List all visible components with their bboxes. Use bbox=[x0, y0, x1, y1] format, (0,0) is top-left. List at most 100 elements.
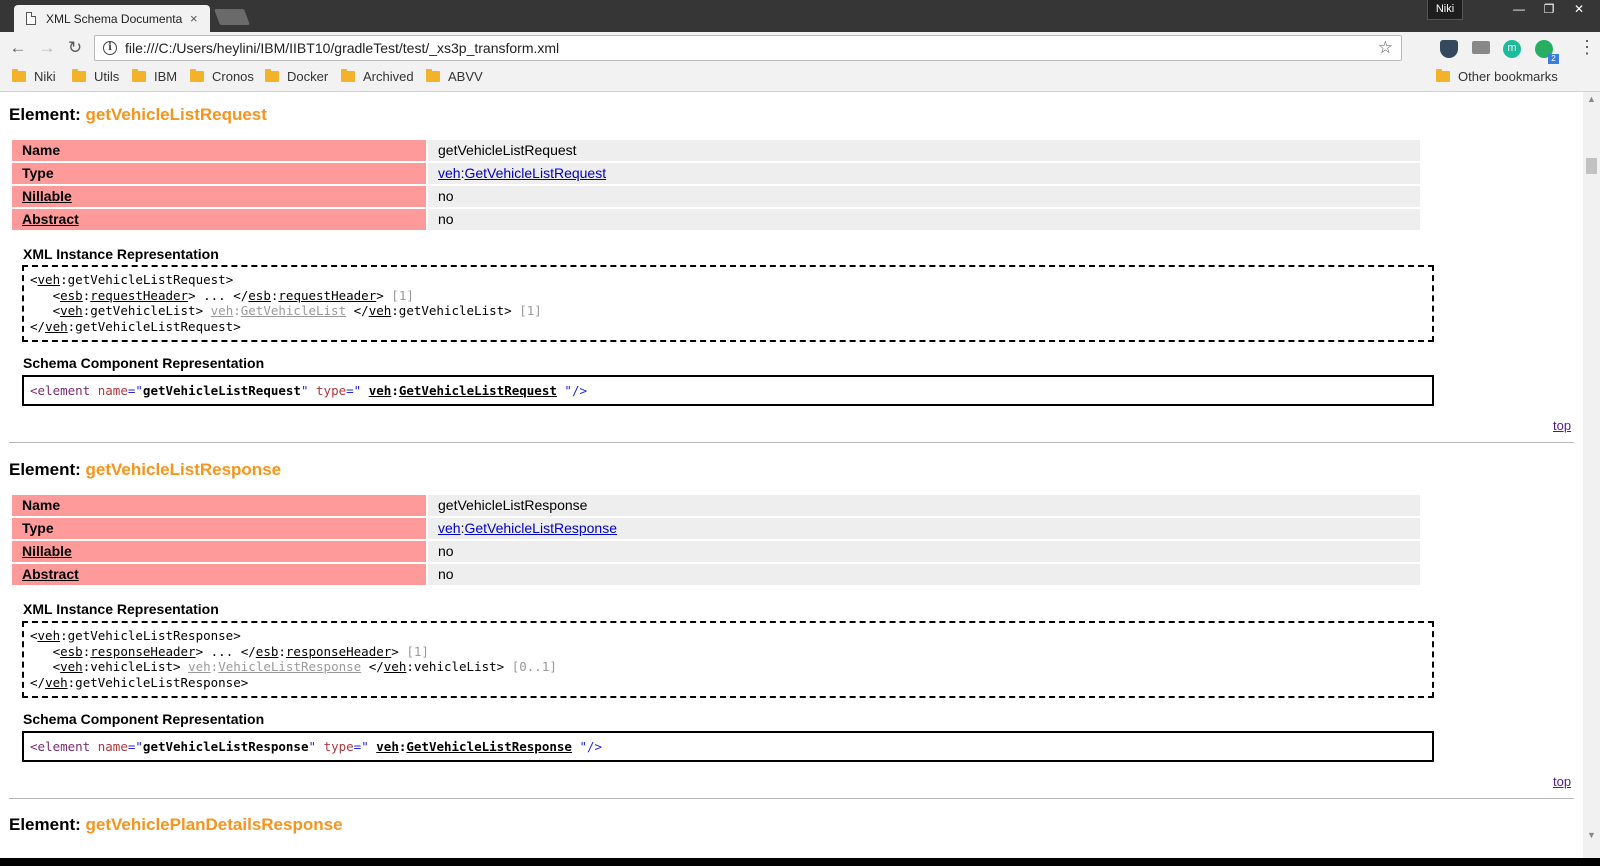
taskbar bbox=[0, 858, 1600, 866]
browser-tab[interactable]: XML Schema Documenta × bbox=[14, 5, 210, 32]
nillable-link[interactable]: Nillable bbox=[12, 541, 426, 562]
type-name-link[interactable]: GetVehicleListRequest bbox=[464, 165, 606, 181]
monitor-extension-icon[interactable] bbox=[1472, 41, 1490, 54]
other-bookmarks[interactable]: Other bookmarks bbox=[1436, 69, 1558, 84]
element-prefix: Element: bbox=[9, 815, 81, 834]
info-icon[interactable]: i bbox=[103, 41, 117, 55]
top-link[interactable]: top bbox=[1553, 774, 1571, 789]
xml-prefix-link[interactable]: veh bbox=[38, 628, 61, 643]
address-bar[interactable]: i file:///C:/Users/heylini/IBM/IIBT10/gr… bbox=[94, 35, 1402, 61]
property-value: getVehicleListResponse bbox=[428, 495, 1420, 516]
folder-icon bbox=[426, 69, 440, 82]
xml-prefix-link[interactable]: veh bbox=[45, 319, 68, 334]
folder-icon bbox=[341, 69, 355, 82]
element-name: getVehicleListRequest bbox=[85, 105, 267, 124]
xml-prefix-link[interactable]: veh bbox=[60, 659, 83, 674]
scroll-thumb[interactable] bbox=[1586, 158, 1597, 174]
forward-arrow-icon[interactable]: → bbox=[37, 38, 57, 58]
tab-close-button[interactable]: × bbox=[190, 11, 198, 26]
bookmark-label: Docker bbox=[287, 69, 329, 84]
schema-type-prefix-link[interactable]: veh bbox=[369, 383, 392, 398]
table-row: Nillable no bbox=[12, 186, 1420, 207]
title-bar: XML Schema Documenta × Niki — ❐ ✕ bbox=[0, 0, 1600, 32]
schema-component-heading: Schema Component Representation bbox=[23, 355, 265, 371]
bookmark-label: Utils bbox=[94, 69, 120, 84]
bookmarks-bar: Niki Utils IBM Cronos Docker Archived AB… bbox=[0, 64, 1600, 92]
table-row: Abstract no bbox=[12, 564, 1420, 585]
property-key: Name bbox=[12, 495, 426, 516]
table-row: Type veh:GetVehicleListRequest bbox=[12, 163, 1420, 184]
xml-prefix-link[interactable]: veh bbox=[384, 659, 407, 674]
bookmark-niki[interactable]: Niki bbox=[12, 69, 56, 84]
property-value: no bbox=[428, 564, 1420, 585]
schema-type-link[interactable]: GetVehicleListResponse bbox=[406, 739, 572, 754]
xml-text: getVehicleList bbox=[398, 303, 505, 318]
scroll-up-icon[interactable]: ▲ bbox=[1587, 94, 1596, 104]
new-tab-button[interactable] bbox=[214, 9, 250, 25]
xml-name-link[interactable]: requestHeader bbox=[90, 288, 188, 303]
element-name: getVehiclePlanDetailsResponse bbox=[85, 815, 343, 834]
xml-prefix-link[interactable]: veh bbox=[38, 272, 61, 287]
bookmark-utils[interactable]: Utils bbox=[72, 69, 119, 84]
folder-icon bbox=[190, 69, 204, 82]
element-prefix: Element: bbox=[9, 105, 81, 124]
shield-extension-icon[interactable] bbox=[1440, 40, 1458, 58]
reload-icon[interactable]: ↻ bbox=[65, 38, 85, 58]
top-link[interactable]: top bbox=[1553, 418, 1571, 433]
type-prefix-link[interactable]: veh bbox=[438, 520, 461, 536]
bookmark-label: IBM bbox=[154, 69, 178, 84]
xml-text: vehicleList bbox=[90, 659, 174, 674]
xml-cardinality: [1] bbox=[519, 303, 542, 318]
bookmark-archived[interactable]: Archived bbox=[341, 69, 414, 84]
close-window-button[interactable]: ✕ bbox=[1564, 0, 1594, 20]
restore-button[interactable]: ❐ bbox=[1534, 0, 1564, 20]
xml-prefix-link[interactable]: esb bbox=[256, 644, 279, 659]
property-value: no bbox=[428, 541, 1420, 562]
schema-keyword: element bbox=[37, 383, 91, 398]
bookmark-label: Archived bbox=[363, 69, 414, 84]
abstract-link[interactable]: Abstract bbox=[12, 564, 426, 585]
document-icon bbox=[26, 12, 36, 25]
profile-button[interactable]: Niki bbox=[1427, 0, 1463, 20]
xml-text: vehicleList bbox=[413, 659, 497, 674]
property-value: getVehicleListRequest bbox=[428, 140, 1420, 161]
type-prefix-link[interactable]: veh bbox=[438, 165, 461, 181]
property-value: no bbox=[428, 209, 1420, 230]
xml-name-link[interactable]: responseHeader bbox=[286, 644, 391, 659]
bookmark-cronos[interactable]: Cronos bbox=[190, 69, 254, 84]
back-arrow-icon[interactable]: ← bbox=[8, 38, 28, 58]
xml-type-prefix-link[interactable]: veh bbox=[211, 303, 234, 318]
property-key: Name bbox=[12, 140, 426, 161]
minimize-button[interactable]: — bbox=[1504, 0, 1534, 20]
xml-text: getVehicleListResponse bbox=[75, 674, 241, 690]
xml-type-link[interactable]: VehicleListResponse bbox=[218, 659, 361, 674]
xml-type-link[interactable]: GetVehicleList bbox=[241, 303, 346, 318]
xml-prefix-link[interactable]: esb bbox=[60, 288, 83, 303]
xml-type-prefix-link[interactable]: veh bbox=[188, 659, 211, 674]
xml-name-link[interactable]: responseHeader bbox=[90, 644, 195, 659]
xml-prefix-link[interactable]: veh bbox=[369, 303, 392, 318]
folder-icon bbox=[1436, 69, 1450, 82]
schema-type-prefix-link[interactable]: veh bbox=[376, 739, 399, 754]
xml-prefix-link[interactable]: esb bbox=[60, 644, 83, 659]
xml-prefix-link[interactable]: veh bbox=[60, 303, 83, 318]
nillable-link[interactable]: Nillable bbox=[12, 186, 426, 207]
bookmark-abvv[interactable]: ABVV bbox=[426, 69, 483, 84]
xml-prefix-link[interactable]: esb bbox=[248, 288, 271, 303]
bookmark-docker[interactable]: Docker bbox=[265, 69, 328, 84]
xml-name-link[interactable]: requestHeader bbox=[278, 288, 376, 303]
bookmark-star-icon[interactable]: ☆ bbox=[1378, 38, 1393, 58]
m-extension-icon[interactable]: m bbox=[1503, 40, 1521, 58]
divider bbox=[9, 798, 1574, 799]
xml-instance-box: <veh:getVehicleListRequest> <esb:request… bbox=[22, 265, 1434, 342]
schema-type-link[interactable]: GetVehicleListRequest bbox=[399, 383, 557, 398]
menu-dots-icon[interactable]: ⋮ bbox=[1578, 38, 1596, 56]
abstract-link[interactable]: Abstract bbox=[12, 209, 426, 230]
type-name-link[interactable]: GetVehicleListResponse bbox=[464, 520, 617, 536]
table-row: Nillable no bbox=[12, 541, 1420, 562]
vertical-scrollbar[interactable]: ▲ ▼ bbox=[1583, 92, 1600, 858]
url-text[interactable]: file:///C:/Users/heylini/IBM/IIBT10/grad… bbox=[125, 40, 1378, 56]
scroll-down-icon[interactable]: ▼ bbox=[1587, 830, 1596, 840]
bookmark-ibm[interactable]: IBM bbox=[132, 69, 177, 84]
xml-prefix-link[interactable]: veh bbox=[45, 675, 68, 690]
